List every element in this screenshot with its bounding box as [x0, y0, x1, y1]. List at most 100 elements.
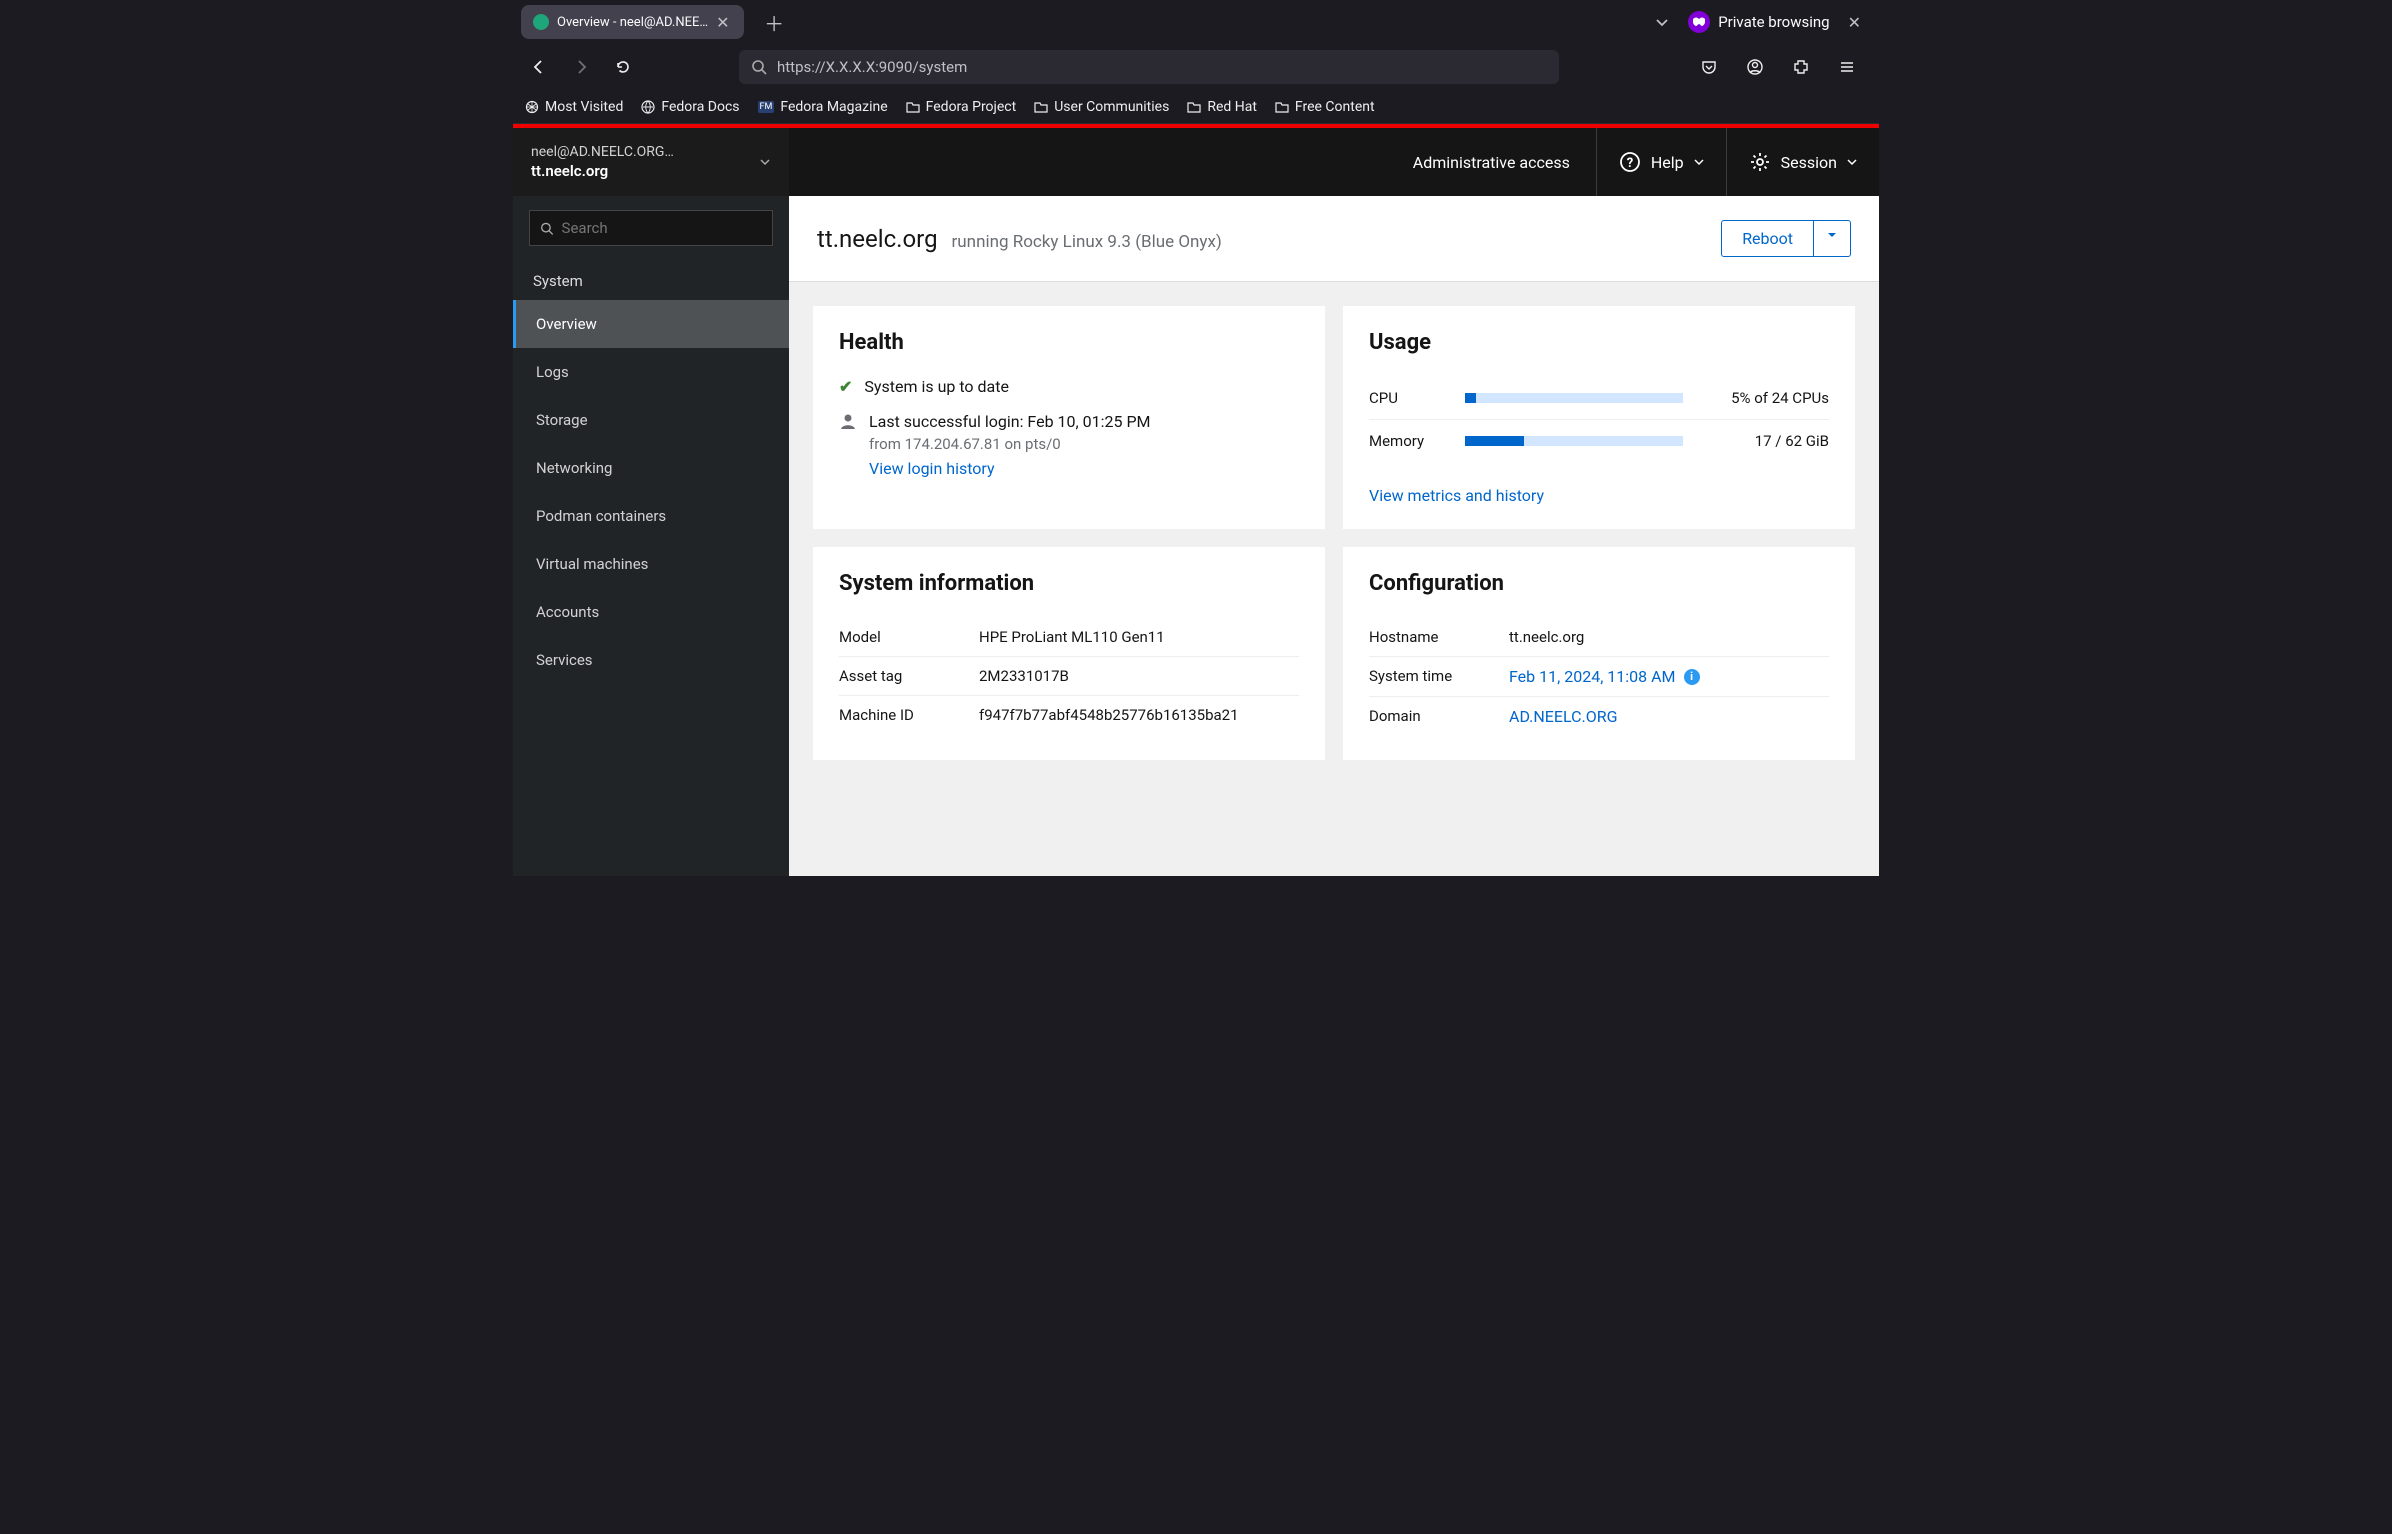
usage-title: Usage: [1369, 330, 1829, 355]
sidebar-item-virtual-machines[interactable]: Virtual machines: [513, 540, 789, 588]
info-label: Model: [839, 628, 979, 646]
info-label: System time: [1369, 667, 1509, 686]
reboot-dropdown[interactable]: Reboot: [1721, 220, 1851, 257]
menu-icon[interactable]: [1831, 51, 1863, 83]
config-row: Hostnamett.neelc.org: [1369, 618, 1829, 657]
search-input[interactable]: [562, 219, 762, 237]
sidebar-item-logs[interactable]: Logs: [513, 348, 789, 396]
info-value[interactable]: Feb 11, 2024, 11:08 AM i: [1509, 667, 1700, 686]
page-header: tt.neelc.org running Rocky Linux 9.3 (Bl…: [789, 196, 1879, 282]
bookmark-fedora-project[interactable]: Fedora Project: [906, 99, 1017, 115]
sidebar-item-podman-containers[interactable]: Podman containers: [513, 492, 789, 540]
gear-icon: [1749, 151, 1771, 173]
info-value: tt.neelc.org: [1509, 628, 1584, 646]
back-button[interactable]: [523, 51, 555, 83]
usage-bar: [1465, 393, 1683, 403]
health-title: Health: [839, 330, 1299, 355]
info-label: Hostname: [1369, 628, 1509, 646]
help-menu[interactable]: ? Help: [1597, 128, 1727, 196]
pocket-icon[interactable]: [1693, 51, 1725, 83]
sysinfo-title: System information: [839, 571, 1299, 596]
last-login: Last successful login: Feb 10, 01:25 PM: [869, 412, 1151, 431]
tab-favicon-icon: [533, 14, 549, 30]
chevron-down-icon: [1847, 157, 1857, 167]
config-card: Configuration Hostnamett.neelc.orgSystem…: [1343, 547, 1855, 760]
sysinfo-row: ModelHPE ProLiant ML110 Gen11: [839, 618, 1299, 657]
sidebar-search[interactable]: [529, 210, 773, 246]
svg-text:?: ?: [1627, 156, 1633, 171]
close-icon[interactable]: ✕: [716, 13, 732, 32]
usage-label: CPU: [1369, 389, 1449, 407]
session-menu[interactable]: Session: [1727, 128, 1879, 196]
check-icon: ✔: [839, 377, 852, 396]
info-icon[interactable]: i: [1684, 669, 1700, 685]
nav-group-system[interactable]: System: [513, 260, 789, 300]
reload-button[interactable]: [607, 51, 639, 83]
private-browsing-badge: Private browsing: [1688, 11, 1829, 33]
host-name: tt.neelc.org: [531, 162, 674, 180]
browser-tab-strip: Overview - neel@AD.NEE… ✕ ＋ Private brow…: [513, 0, 1879, 44]
bookmarks-bar: Most Visited Fedora Docs FMFedora Magazi…: [513, 90, 1879, 124]
info-value: f947f7b77abf4548b25776b16135ba21: [979, 706, 1239, 724]
url-text: https://X.X.X.X:9090/system: [777, 58, 967, 76]
login-history-link[interactable]: View login history: [869, 459, 1151, 478]
extensions-icon[interactable]: [1785, 51, 1817, 83]
mask-icon: [1688, 11, 1710, 33]
account-icon[interactable]: [1739, 51, 1771, 83]
reboot-caret[interactable]: [1814, 221, 1850, 256]
config-row: DomainAD.NEELC.ORG: [1369, 697, 1829, 736]
tab-list-chevron-icon[interactable]: [1654, 14, 1670, 30]
host-selector[interactable]: neel@AD.NEELC.ORG… tt.neelc.org: [513, 128, 789, 196]
forward-button[interactable]: [565, 51, 597, 83]
config-title: Configuration: [1369, 571, 1829, 596]
info-value[interactable]: AD.NEELC.ORG: [1509, 707, 1617, 726]
usage-card: Usage CPU 5% of 24 CPUs Memory 17 / 62 Gi…: [1343, 306, 1855, 529]
usage-bar: [1465, 436, 1683, 446]
config-row: System timeFeb 11, 2024, 11:08 AM i: [1369, 657, 1829, 697]
private-browsing-label: Private browsing: [1718, 13, 1829, 31]
page-title: tt.neelc.org: [817, 225, 938, 253]
health-status: System is up to date: [864, 377, 1009, 396]
reboot-button[interactable]: Reboot: [1722, 221, 1814, 256]
usage-row-memory: Memory 17 / 62 GiB: [1369, 420, 1829, 462]
sidebar-item-networking[interactable]: Networking: [513, 444, 789, 492]
chevron-down-icon: [759, 156, 771, 168]
last-login-detail: from 174.204.67.81 on pts/0: [869, 435, 1151, 453]
info-value: 2M2331017B: [979, 667, 1069, 685]
sidebar-item-overview[interactable]: Overview: [513, 300, 789, 348]
info-label: Domain: [1369, 707, 1509, 726]
usage-label: Memory: [1369, 432, 1449, 450]
tab-title: Overview - neel@AD.NEE…: [557, 15, 708, 30]
bookmark-red-hat[interactable]: Red Hat: [1187, 99, 1257, 115]
os-subhead: running Rocky Linux 9.3 (Blue Onyx): [952, 232, 1222, 252]
sidebar-item-services[interactable]: Services: [513, 636, 789, 684]
usage-value: 17 / 62 GiB: [1699, 432, 1829, 450]
host-user: neel@AD.NEELC.ORG…: [531, 144, 674, 160]
new-tab-button[interactable]: ＋: [756, 4, 792, 41]
usage-value: 5% of 24 CPUs: [1699, 389, 1829, 407]
bookmark-most-visited[interactable]: Most Visited: [525, 99, 623, 115]
health-card: Health ✔ System is up to date Last succe…: [813, 306, 1325, 529]
sysinfo-row: Asset tag2M2331017B: [839, 657, 1299, 696]
help-icon: ?: [1619, 151, 1641, 173]
search-icon: [540, 221, 554, 236]
browser-tab[interactable]: Overview - neel@AD.NEE… ✕: [521, 5, 744, 39]
admin-access-button[interactable]: Administrative access: [1387, 128, 1597, 196]
chevron-down-icon: [1694, 157, 1704, 167]
info-value: HPE ProLiant ML110 Gen11: [979, 628, 1165, 646]
bookmark-free-content[interactable]: Free Content: [1275, 99, 1375, 115]
bookmark-fedora-docs[interactable]: Fedora Docs: [641, 99, 739, 115]
bookmark-user-communities[interactable]: User Communities: [1034, 99, 1169, 115]
sidebar: neel@AD.NEELC.ORG… tt.neelc.org System O…: [513, 128, 789, 876]
bookmark-fedora-magazine[interactable]: FMFedora Magazine: [758, 99, 888, 115]
metrics-link[interactable]: View metrics and history: [1369, 486, 1829, 505]
search-icon: [751, 59, 767, 75]
url-bar[interactable]: https://X.X.X.X:9090/system: [739, 50, 1559, 84]
close-window-icon[interactable]: ✕: [1848, 13, 1861, 32]
info-label: Machine ID: [839, 706, 979, 724]
sidebar-item-storage[interactable]: Storage: [513, 396, 789, 444]
masthead: Administrative access ? Help Session: [789, 128, 1879, 196]
sysinfo-card: System information ModelHPE ProLiant ML1…: [813, 547, 1325, 760]
sysinfo-row: Machine IDf947f7b77abf4548b25776b16135ba…: [839, 696, 1299, 734]
sidebar-item-accounts[interactable]: Accounts: [513, 588, 789, 636]
